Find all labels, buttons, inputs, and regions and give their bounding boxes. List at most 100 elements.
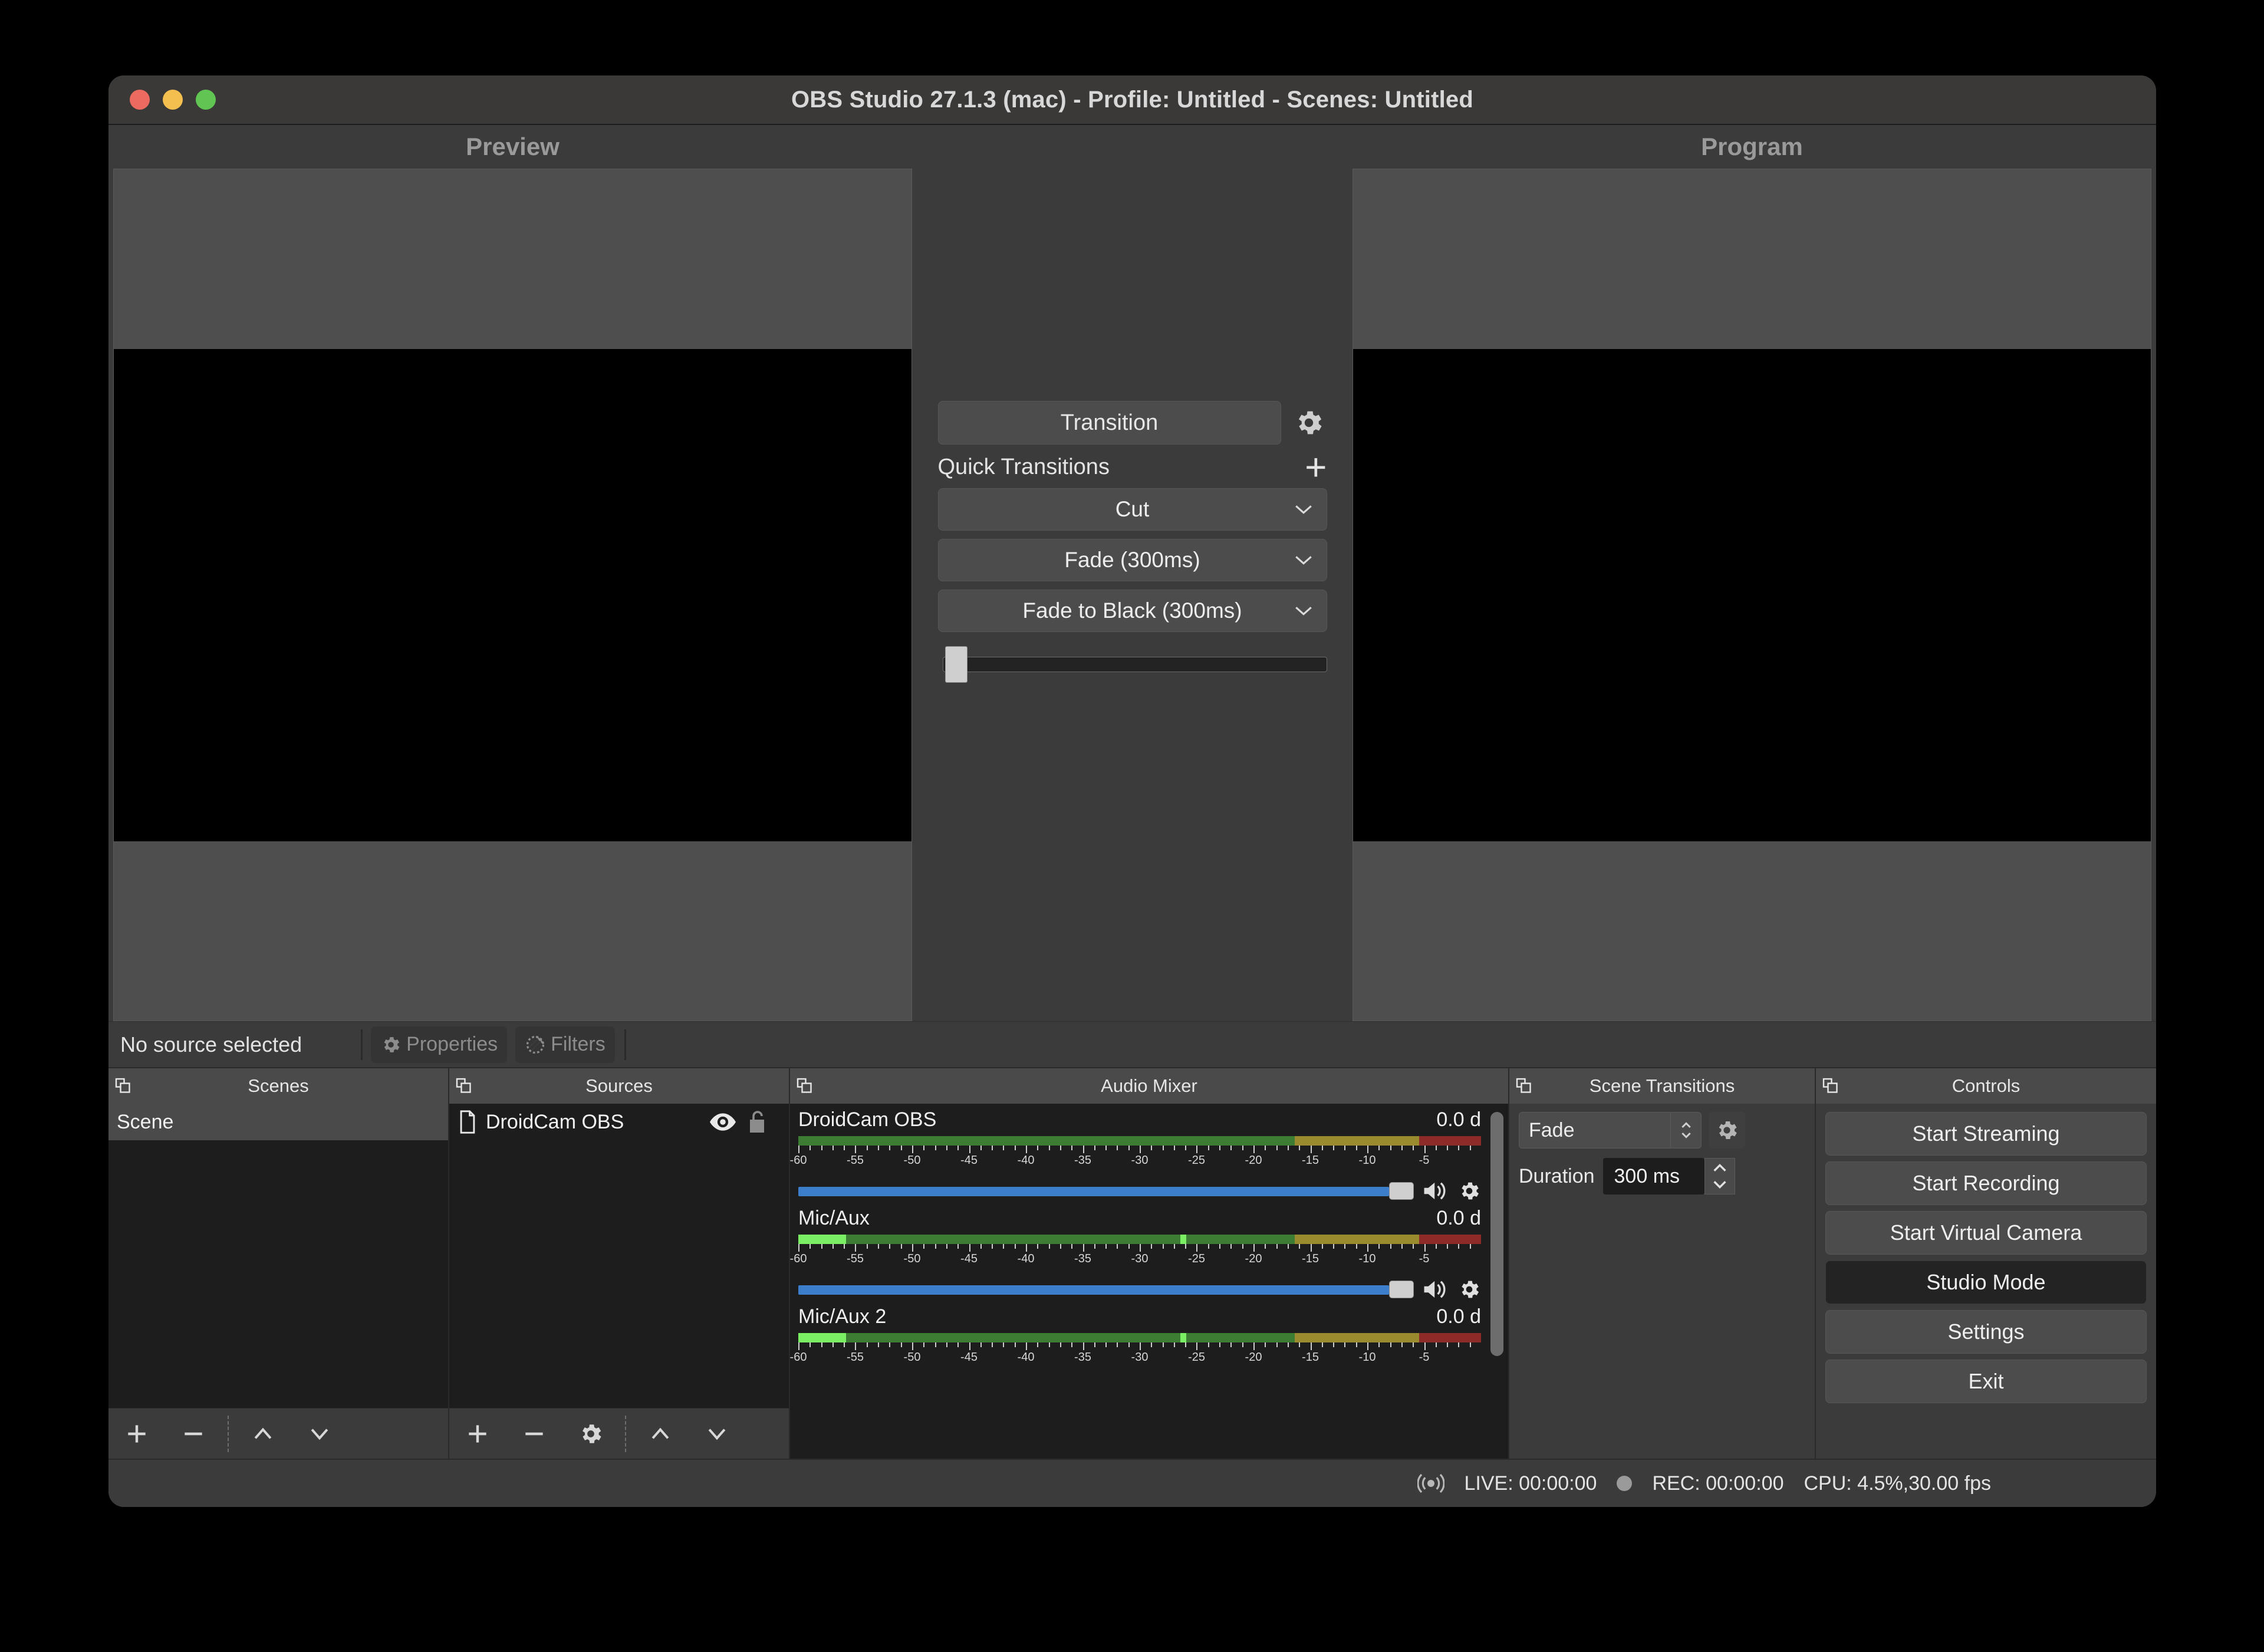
quick-transitions-row: Quick Transitions + [938, 448, 1327, 486]
audio-level-meter [798, 1333, 1481, 1342]
source-list-item[interactable]: DroidCam OBS [449, 1104, 789, 1140]
exit-label: Exit [1968, 1369, 2004, 1393]
move-source-down-button[interactable] [689, 1409, 745, 1459]
meter-ticks [798, 1146, 1481, 1154]
source-toolbar-strip: No source selected Properties Filters [108, 1021, 2156, 1067]
dock-float-icon[interactable] [114, 1077, 132, 1095]
transition-button[interactable]: Transition [937, 401, 1281, 445]
transition-select-value: Fade [1529, 1118, 1575, 1141]
scene-list-item[interactable]: Scene [108, 1104, 448, 1140]
quick-transition-fade-to-black[interactable]: Fade to Black (300ms) [937, 590, 1327, 632]
volume-slider[interactable] [798, 1281, 1414, 1298]
filters-icon [525, 1034, 546, 1055]
settings-label: Settings [1947, 1319, 2025, 1344]
tbar-track[interactable] [942, 657, 1327, 672]
properties-button[interactable]: Properties [371, 1026, 508, 1063]
preview-canvas[interactable] [114, 348, 911, 841]
unlock-icon[interactable] [748, 1110, 766, 1134]
transition-select-spinner-icon[interactable] [1670, 1113, 1701, 1148]
speaker-on-icon[interactable] [1422, 1179, 1449, 1203]
volume-slider-knob[interactable] [1389, 1281, 1414, 1298]
transition-gear-icon[interactable] [1291, 404, 1327, 441]
filters-button[interactable]: Filters [515, 1026, 615, 1063]
add-source-button[interactable] [449, 1409, 506, 1459]
source-properties-button[interactable] [562, 1409, 619, 1459]
dock-float-icon[interactable] [1515, 1077, 1533, 1095]
quick-transition-cut-label: Cut [1115, 497, 1150, 521]
controls-dock-header: Controls [1816, 1068, 2156, 1104]
transition-controls-panel: Transition Quick Transitions + Cut Fade … [912, 125, 1353, 1021]
scenes-dock-title: Scenes [248, 1075, 309, 1096]
mixer-channel-name: DroidCam OBS [798, 1108, 937, 1131]
duration-stepper[interactable] [1704, 1158, 1735, 1194]
mixer-body[interactable]: DroidCam OBS 0.0 d -60 -55 -50 -45 -40 -35 -30… [790, 1104, 1508, 1459]
eye-icon[interactable] [710, 1113, 736, 1131]
start-recording-label: Start Recording [1912, 1171, 2060, 1195]
toolbar-separator [361, 1029, 363, 1060]
sources-list[interactable]: DroidCam OBS [449, 1104, 789, 1408]
sources-dock: Sources DroidCam OBS [449, 1068, 790, 1459]
cpu-stats: CPU: 4.5%,30.00 fps [1804, 1472, 1991, 1495]
preview-viewport[interactable] [113, 169, 912, 1021]
scene-transitions-body: Fade Duration 300 ms [1509, 1104, 1815, 1459]
move-source-up-button[interactable] [632, 1409, 689, 1459]
mixer-channel-name: Mic/Aux 2 [798, 1305, 887, 1328]
audio-level-meter [798, 1235, 1481, 1244]
duration-input[interactable]: 300 ms [1602, 1158, 1704, 1194]
mixer-channel-db: 0.0 d [1436, 1108, 1481, 1131]
studio-mode-button[interactable]: Studio Mode [1825, 1261, 2147, 1304]
add-quick-transition-icon[interactable]: + [1305, 448, 1327, 486]
gear-icon[interactable] [1457, 1179, 1481, 1203]
toolbar-divider [625, 1415, 626, 1452]
dock-float-icon[interactable] [1822, 1077, 1840, 1095]
live-timer: LIVE: 00:00:00 [1464, 1472, 1597, 1495]
properties-button-label: Properties [406, 1033, 498, 1055]
speaker-on-icon[interactable] [1422, 1277, 1449, 1302]
volume-slider[interactable] [798, 1182, 1414, 1200]
zoom-button[interactable] [196, 90, 216, 110]
scene-transitions-header: Scene Transitions [1509, 1068, 1815, 1104]
quick-transition-cut[interactable]: Cut [937, 488, 1327, 531]
add-scene-button[interactable] [108, 1409, 165, 1459]
mixer-dock-header: Audio Mixer [790, 1068, 1508, 1104]
mixer-scrollbar[interactable] [1490, 1112, 1503, 1442]
dock-float-icon[interactable] [455, 1077, 473, 1095]
meter-scale-labels: -60 -55 -50 -45 -40 -35 -30 -25 -20 -15 -10 -5 [790, 1252, 1430, 1265]
start-virtual-camera-button[interactable]: Start Virtual Camera [1825, 1211, 2147, 1255]
gear-icon[interactable] [1457, 1278, 1481, 1301]
mixer-scrollbar-thumb[interactable] [1490, 1112, 1503, 1357]
duration-value: 300 ms [1614, 1164, 1680, 1187]
program-canvas[interactable] [1353, 348, 2151, 841]
transition-tbar[interactable] [938, 646, 1327, 683]
scenes-list[interactable]: Scene [108, 1104, 448, 1408]
program-viewport[interactable] [1353, 169, 2151, 1021]
volume-slider-knob[interactable] [1389, 1182, 1414, 1200]
tbar-handle[interactable] [945, 646, 968, 683]
minimize-button[interactable] [163, 90, 183, 110]
mixer-volume-row [798, 1277, 1481, 1302]
settings-button[interactable]: Settings [1825, 1310, 2147, 1354]
dock-float-icon[interactable] [796, 1077, 814, 1095]
mixer-channel: Mic/Aux 0.0 d -60 -55 -50 -45 -40 -35 -30 -25 -2… [790, 1207, 1481, 1302]
scene-transitions-title: Scene Transitions [1589, 1075, 1735, 1096]
controls-body: Start Streaming Start Recording Start Vi… [1816, 1104, 2156, 1459]
move-scene-up-button[interactable] [235, 1409, 291, 1459]
transition-properties-gear-icon[interactable] [1709, 1112, 1745, 1148]
move-scene-down-button[interactable] [291, 1409, 348, 1459]
source-name: DroidCam OBS [486, 1110, 624, 1133]
dock-row: Scenes Scene Sources DroidCam OBS Audio … [108, 1067, 2156, 1459]
start-recording-button[interactable]: Start Recording [1825, 1161, 2147, 1205]
preview-label: Preview [113, 125, 912, 169]
meter-scale-labels: -60 -55 -50 -45 -40 -35 -30 -25 -20 -15 -10 -5 [790, 1154, 1430, 1167]
exit-button[interactable]: Exit [1825, 1360, 2147, 1403]
obs-main-window: OBS Studio 27.1.3 (mac) - Profile: Untit… [108, 75, 2156, 1507]
scenes-toolbar [108, 1408, 448, 1459]
remove-scene-button[interactable] [165, 1409, 222, 1459]
transition-select[interactable]: Fade [1519, 1112, 1702, 1148]
quick-transition-fade[interactable]: Fade (300ms) [937, 539, 1327, 581]
close-button[interactable] [130, 90, 150, 110]
start-streaming-button[interactable]: Start Streaming [1825, 1112, 2147, 1156]
stage-area: Preview Transition Quick Transitions + C… [108, 125, 2156, 1021]
transition-row: Transition [937, 401, 1327, 445]
remove-source-button[interactable] [506, 1409, 562, 1459]
